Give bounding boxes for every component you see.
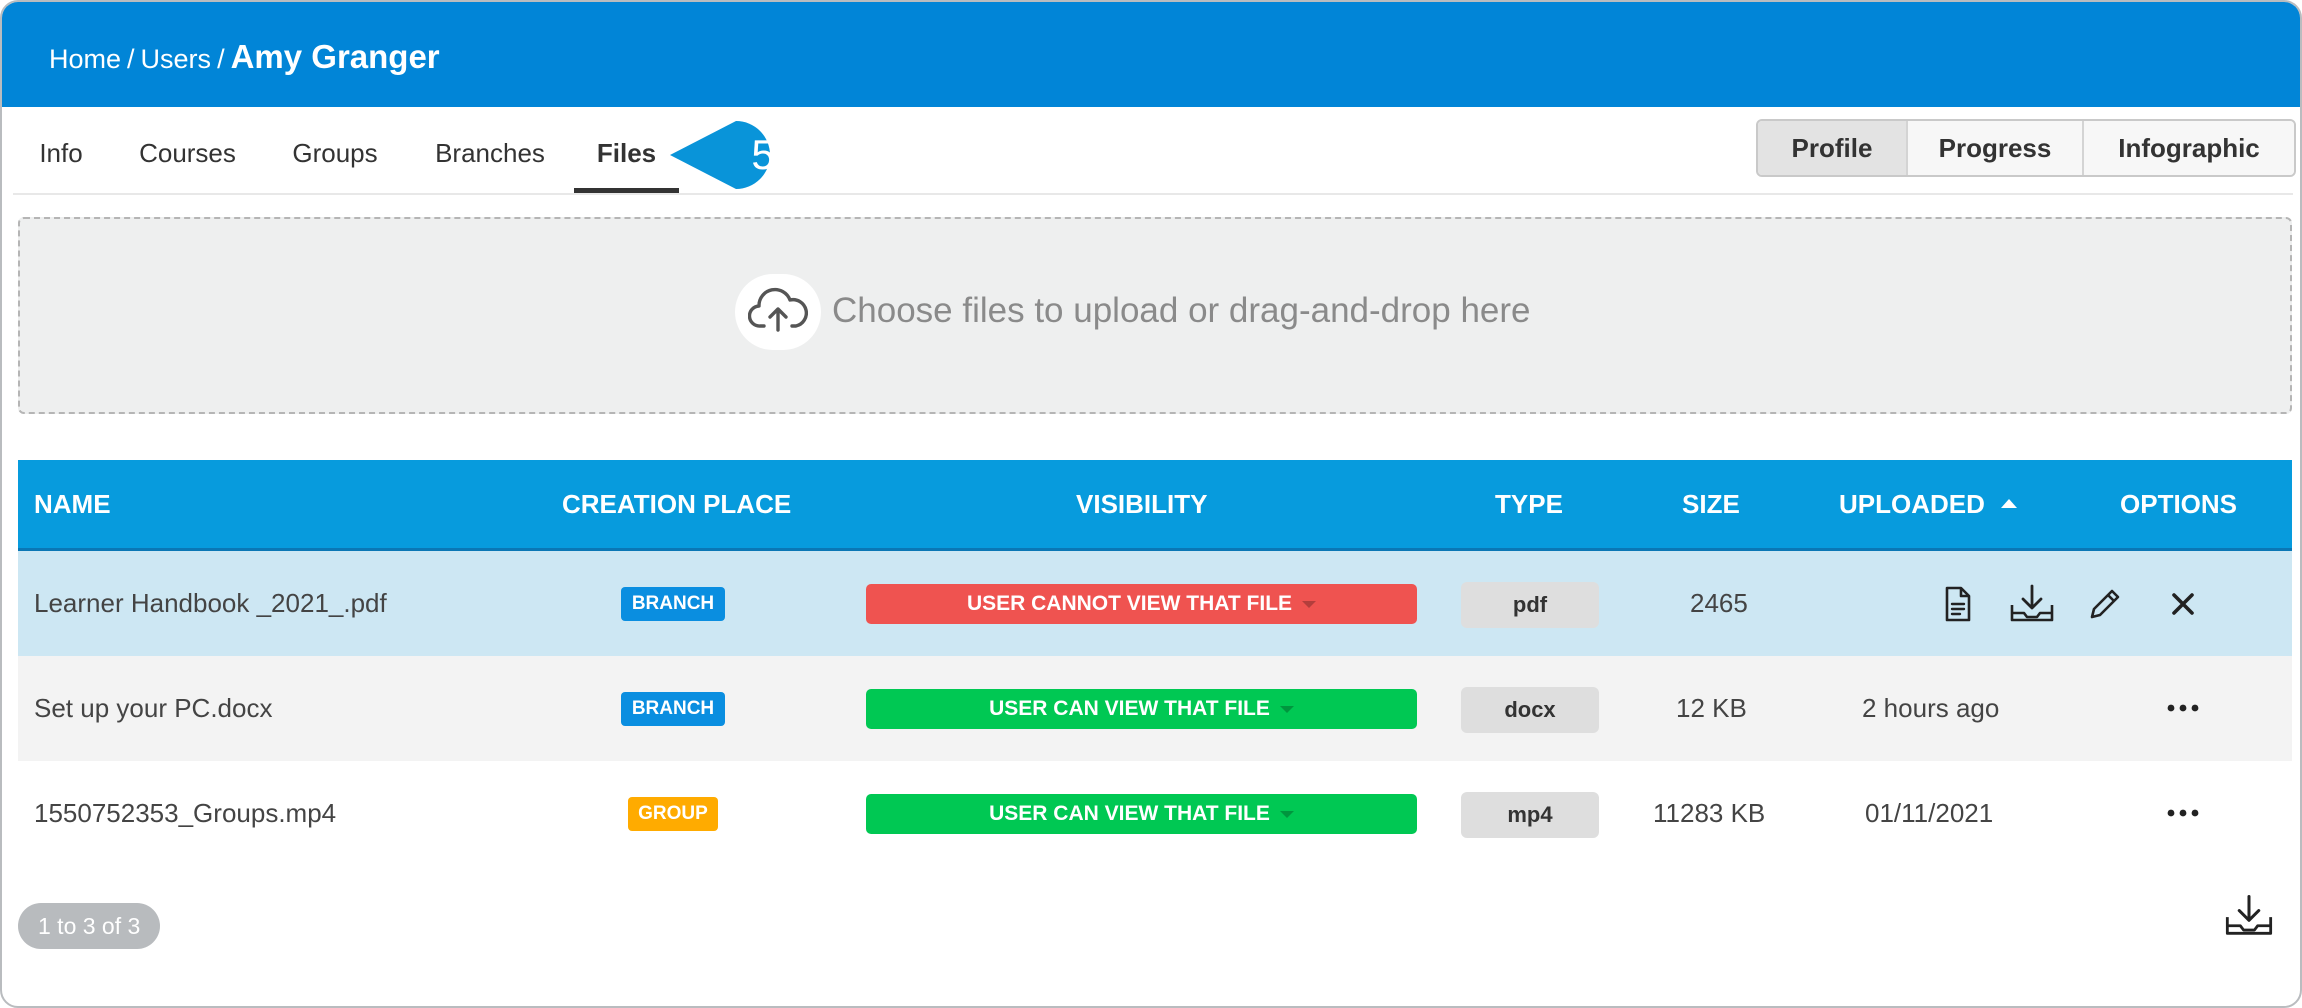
tab-branches[interactable]: Branches [434,107,546,193]
export-download-icon[interactable] [2223,892,2275,940]
breadcrumb-separator: / [217,44,225,74]
column-header-uploaded-label: UPLOADED [1839,489,1985,519]
file-upload-dropzone[interactable]: Choose files to upload or drag-and-drop … [18,217,2292,414]
file-type-badge: pdf [1461,582,1599,628]
sort-ascending-icon [2000,498,2017,508]
tabs-divider [13,193,2293,195]
creation-place-badge: GROUP [628,797,718,831]
visibility-dropdown[interactable]: USER CAN VIEW THAT FILE [866,794,1417,834]
file-size: 12 KB [1676,693,1747,723]
download-icon[interactable] [2008,583,2056,625]
file-size: 2465 [1690,588,1748,618]
more-options-icon[interactable] [2165,696,2201,720]
preview-file-icon[interactable] [1936,583,1978,625]
cloud-upload-icon [735,274,821,350]
edit-pencil-icon[interactable] [2084,583,2126,625]
column-header-options: OPTIONS [2120,489,2238,519]
table-header: NAME CREATION PLACE VISIBILITY TYPE SIZE… [18,460,2292,551]
files-table: NAME CREATION PLACE VISIBILITY TYPE SIZE… [18,460,2292,866]
creation-place-badge: BRANCH [621,587,725,621]
step-callout-number: 5 [751,131,775,178]
visibility-label: USER CANNOT VIEW THAT FILE [966,592,1293,615]
more-options-icon[interactable] [2165,801,2201,825]
tab-files[interactable]: Files [574,107,679,193]
visibility-dropdown[interactable]: USER CANNOT VIEW THAT FILE [866,584,1417,624]
view-toggle: Profile Progress Infographic [1756,119,2296,177]
caret-down-icon [1279,810,1294,818]
tab-courses[interactable]: Courses [139,107,236,193]
file-name: 1550752353_Groups.mp4 [34,798,337,828]
visibility-label: USER CAN VIEW THAT FILE [989,802,1270,825]
uploaded-time: 2 hours ago [1862,693,2000,723]
file-size: 11283 KB [1653,798,1766,828]
visibility-label: USER CAN VIEW THAT FILE [989,697,1270,720]
column-header-uploaded[interactable]: UPLOADED [1839,460,2017,548]
column-header-type[interactable]: TYPE [1495,460,1563,548]
table-row[interactable]: 1550752353_Groups.mp4 GROUP USER CAN VIE… [18,761,2292,866]
file-type-badge: docx [1461,687,1599,733]
breadcrumb-current-user: Amy Granger [230,38,440,75]
breadcrumb: Home / Users / Amy Granger [49,32,440,84]
delete-x-icon[interactable] [2162,583,2204,625]
file-type-badge: mp4 [1461,792,1599,838]
app-window: Home / Users / Amy Granger Info Courses Grou… [0,0,2302,1008]
progress-button[interactable]: Progress [1906,121,2082,175]
file-name: Learner Handbook _2021_.pdf [34,588,387,618]
breadcrumb-home-link[interactable]: Home [49,44,121,74]
caret-down-icon [1302,600,1317,608]
infographic-button[interactable]: Infographic [2082,121,2294,175]
breadcrumb-users-link[interactable]: Users [141,44,212,74]
column-header-name[interactable]: NAME [34,460,111,548]
pagination-info: 1 to 3 of 3 [18,903,161,949]
creation-place-badge: BRANCH [621,692,725,726]
breadcrumb-separator: / [127,44,135,74]
dropzone-label: Choose files to upload or drag-and-drop … [832,291,1531,330]
visibility-dropdown[interactable]: USER CAN VIEW THAT FILE [866,689,1417,729]
tab-groups[interactable]: Groups [291,107,379,193]
file-name: Set up your PC.docx [34,693,273,723]
column-header-creation-place[interactable]: CREATION PLACE [562,460,791,548]
table-row[interactable]: Set up your PC.docx BRANCH USER CAN VIEW… [18,656,2292,761]
page-header: Home / Users / Amy Granger [2,2,2300,107]
table-row[interactable]: Learner Handbook _2021_.pdf BRANCH USER … [18,551,2292,656]
tab-info[interactable]: Info [37,107,85,193]
column-header-visibility[interactable]: VISIBILITY [1076,460,1207,548]
column-header-size[interactable]: SIZE [1682,460,1740,548]
uploaded-date: 01/11/2021 [1865,798,1994,828]
caret-down-icon [1279,705,1294,713]
profile-button[interactable]: Profile [1758,121,1906,175]
